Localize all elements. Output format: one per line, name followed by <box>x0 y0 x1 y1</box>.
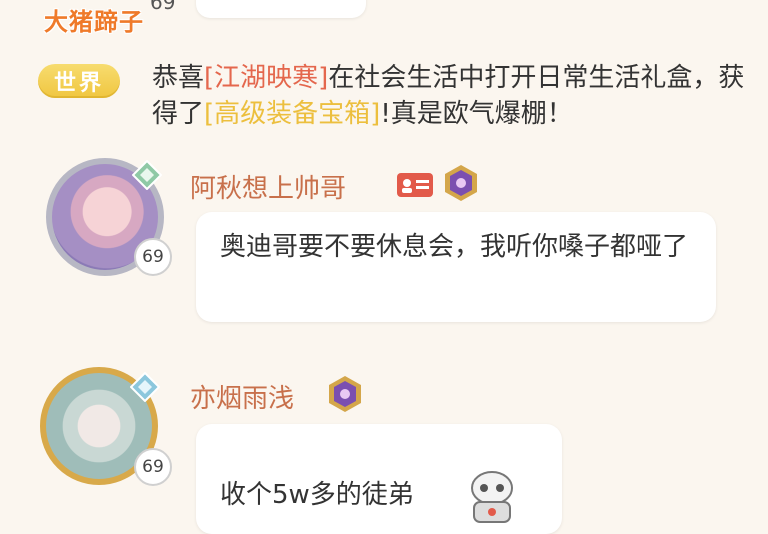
system-item-link[interactable]: [高级装备宝箱] <box>204 99 380 129</box>
diamond-badge-icon <box>130 372 160 402</box>
sender-name[interactable]: 阿秋想上帅哥 <box>190 168 346 205</box>
top-message-level: 69 <box>150 0 176 14</box>
guild-emblem-icon <box>445 165 477 201</box>
robot-sticker-icon <box>471 471 513 523</box>
system-prefix: 恭喜 <box>152 63 205 93</box>
system-player-link[interactable]: [江湖映寒] <box>204 63 328 93</box>
guild-emblem-icon <box>329 376 361 412</box>
level-chip: 69 <box>134 448 172 486</box>
system-suffix: !真是欧气爆棚！ <box>380 99 573 129</box>
level-chip: 69 <box>134 238 172 276</box>
system-message-text: 恭喜[江湖映寒]在社会生活中打开日常生活礼盒，获得了[高级装备宝箱]!真是欧气爆… <box>152 60 752 132</box>
world-channel-badge[interactable]: 世界 <box>38 64 120 98</box>
chat-bubble[interactable]: 奥迪哥要不要休息会，我听你嗓子都哑了 <box>196 212 716 322</box>
sender-name[interactable]: 亦烟雨浅 <box>190 378 294 415</box>
diamond-badge-icon <box>132 160 162 190</box>
top-message-bubble[interactable] <box>196 0 366 18</box>
vip-card-icon <box>397 173 433 197</box>
top-message-title-tag: 大猪蹄子 <box>44 8 144 36</box>
